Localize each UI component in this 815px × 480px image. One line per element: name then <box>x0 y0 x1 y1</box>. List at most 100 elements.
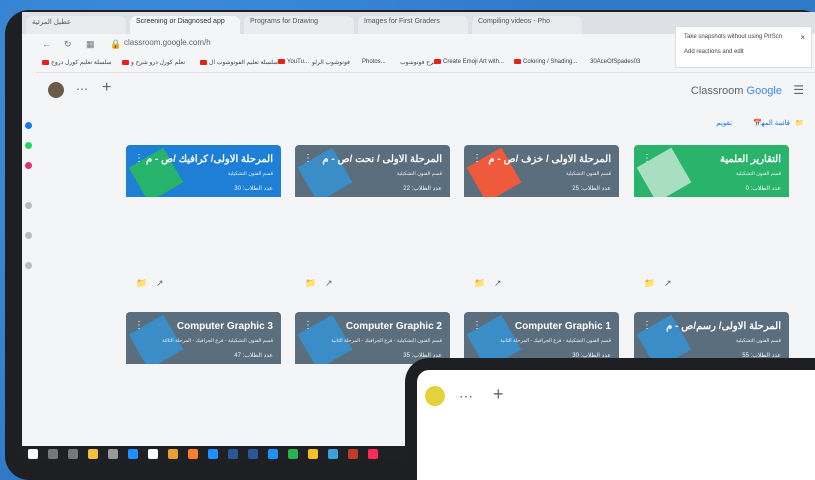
side-icon-strip <box>22 72 36 452</box>
calendar-icon[interactable] <box>108 449 118 459</box>
firefox-icon[interactable] <box>188 449 198 459</box>
bookmark-item[interactable]: Create Emoji Art with... <box>434 59 504 65</box>
classroom-logo[interactable]: Classroom Google <box>691 85 782 97</box>
bookmark-item[interactable]: سلسلة تعليم كورل دروج <box>42 59 111 66</box>
folder-icon[interactable]: 📁 <box>795 119 804 127</box>
edge-icon[interactable] <box>208 449 218 459</box>
zoomed-tablet-overlay: ⋯ + <box>405 358 815 480</box>
messenger-icon[interactable] <box>25 122 32 129</box>
class-title[interactable]: Computer Graphic 1 <box>515 321 611 332</box>
class-title[interactable]: المرحلة الاولى/ رسم/ص - م <box>666 321 781 332</box>
more-options-icon[interactable]: ⋮ <box>472 320 482 331</box>
more-options-icon[interactable]: ⋮ <box>134 320 144 331</box>
class-title[interactable]: Computer Graphic 3 <box>177 321 273 332</box>
menu-icon[interactable]: ☰ <box>793 83 804 97</box>
bookmark-item[interactable]: 30AceOfSpades03 <box>590 59 640 65</box>
more-options-icon[interactable]: ⋮ <box>134 153 144 164</box>
bookmark-item[interactable]: Coloring / Shading... <box>514 59 577 65</box>
class-subtitle: قسم الفنون التشكيلية <box>227 171 273 177</box>
bookmark-item[interactable]: سلسلة تعليم الفوتوشوب ال <box>200 59 278 66</box>
bookmark-item[interactable]: Photos... <box>362 59 386 65</box>
app-icon[interactable] <box>288 449 298 459</box>
trend-icon[interactable]: ↗ <box>494 278 502 289</box>
apps-grid-icon[interactable]: ⋯ <box>459 388 473 405</box>
start-icon[interactable] <box>28 449 38 459</box>
browser-tab[interactable]: عطيل المرئية <box>26 16 126 34</box>
instagram-icon[interactable] <box>25 162 32 169</box>
class-title[interactable]: المرحلة الاولى/ كرافيك /ص - م <box>146 154 273 165</box>
task-view-icon[interactable] <box>68 449 78 459</box>
more-options-icon[interactable]: ⋮ <box>303 153 313 164</box>
folder-icon[interactable]: 📁 <box>474 278 485 289</box>
history-icon[interactable] <box>25 232 32 239</box>
app-icon[interactable] <box>328 449 338 459</box>
folder-icon[interactable]: 📁 <box>136 278 147 289</box>
class-card[interactable]: ⋮ التقارير العلمية قسم الفنون التشكيلية … <box>634 145 789 197</box>
calendar-icon[interactable]: 📅 <box>753 119 762 127</box>
mail-icon[interactable] <box>148 449 158 459</box>
card-footer: 📁 ↗ <box>634 278 789 290</box>
bookmark-item[interactable]: YouTu... <box>278 59 309 65</box>
youtube-icon <box>42 59 49 65</box>
back-icon[interactable]: ← <box>42 39 51 49</box>
trend-icon[interactable]: ↗ <box>156 278 164 289</box>
avatar[interactable] <box>425 386 445 406</box>
word-icon[interactable] <box>248 449 258 459</box>
student-count: عدد الطلاب: 47 <box>234 353 273 359</box>
class-card[interactable]: ⋮ المرحلة الاولى/ كرافيك /ص - م قسم الفن… <box>126 145 281 197</box>
class-card[interactable]: ⋮ Computer Graphic 2 قسم الفنون التشكيلي… <box>295 312 450 364</box>
whatsapp-icon[interactable] <box>25 142 32 149</box>
bookmark-item[interactable]: فوتوشوب الرلو <box>312 59 350 66</box>
trend-icon[interactable]: ↗ <box>664 278 672 289</box>
classroom-header: ⋯ + Classroom Google ☰ <box>36 72 815 108</box>
folder-icon[interactable]: 📁 <box>305 278 316 289</box>
class-title[interactable]: المرحلة الاولى / خزف /ص - م <box>488 154 611 165</box>
avatar[interactable] <box>48 82 64 98</box>
close-icon[interactable]: × <box>800 33 805 42</box>
url-field[interactable]: classroom.google.com/h <box>124 38 211 47</box>
more-options-icon[interactable]: ⋮ <box>472 153 482 164</box>
app-icon[interactable] <box>368 449 378 459</box>
class-card[interactable]: ⋮ Computer Graphic 1 قسم الفنون التشكيلي… <box>464 312 619 364</box>
trend-icon[interactable]: ↗ <box>325 278 333 289</box>
folder-icon[interactable]: 📁 <box>644 278 655 289</box>
bookmark-item[interactable]: تعلم كورل درو شرح و <box>122 59 185 66</box>
class-title[interactable]: المرحلة الاولى / نحت /ص - م <box>322 154 442 165</box>
apps-icon[interactable]: ▦ <box>86 39 95 50</box>
opera-icon[interactable] <box>348 449 358 459</box>
browser-tab[interactable]: Compiling videos - Pho <box>472 16 582 34</box>
photoshop-icon[interactable] <box>228 449 238 459</box>
app-icon[interactable] <box>308 449 318 459</box>
more-options-icon[interactable]: ⋮ <box>642 153 652 164</box>
more-options-icon[interactable]: ⋮ <box>642 320 652 331</box>
class-title[interactable]: التقارير العلمية <box>720 154 781 165</box>
browser-tab[interactable]: Screening or Diagnosed app <box>130 16 240 34</box>
apps-grid-icon[interactable]: ⋯ <box>76 82 88 96</box>
play-icon[interactable] <box>25 202 32 209</box>
search-icon[interactable] <box>48 449 58 459</box>
calendar-link[interactable]: تقويم <box>716 119 732 127</box>
add-class-button[interactable]: + <box>493 384 504 405</box>
more-options-icon[interactable]: ⋮ <box>303 320 313 331</box>
app-icon[interactable] <box>268 449 278 459</box>
settings-icon[interactable] <box>25 262 32 269</box>
chrome-icon[interactable] <box>168 449 178 459</box>
class-card[interactable]: ⋮ Computer Graphic 3 قسم الفنون التشكيلي… <box>126 312 281 364</box>
class-card[interactable]: ⋮ المرحلة الاولى / نحت /ص - م قسم الفنون… <box>295 145 450 197</box>
youtube-icon <box>122 59 129 65</box>
reload-icon[interactable]: ↻ <box>64 39 72 50</box>
card-footer: 📁 ↗ <box>295 278 450 290</box>
class-title[interactable]: Computer Graphic 2 <box>346 321 442 332</box>
student-count: عدد الطلاب: 25 <box>572 186 611 192</box>
browser-tab[interactable]: Programs for Drawing <box>244 16 354 34</box>
add-class-button[interactable]: + <box>102 79 111 97</box>
class-card[interactable]: ⋮ المرحلة الاولى / خزف /ص - م قسم الفنون… <box>464 145 619 197</box>
file-explorer-icon[interactable] <box>88 449 98 459</box>
class-card[interactable]: ⋮ المرحلة الاولى/ رسم/ص - م قسم الفنون ا… <box>634 312 789 364</box>
class-subtitle: قسم الفنون التشكيلية <box>396 171 442 177</box>
store-icon[interactable] <box>128 449 138 459</box>
browser-tab[interactable]: Images for First Graders <box>358 16 468 34</box>
student-count: عدد الطلاب: 0 <box>745 186 781 192</box>
extension-popup-text: Take snapshots without using PrtScn <box>684 34 783 40</box>
bookmark-item[interactable]: شرح فوتوشوب <box>400 59 438 66</box>
